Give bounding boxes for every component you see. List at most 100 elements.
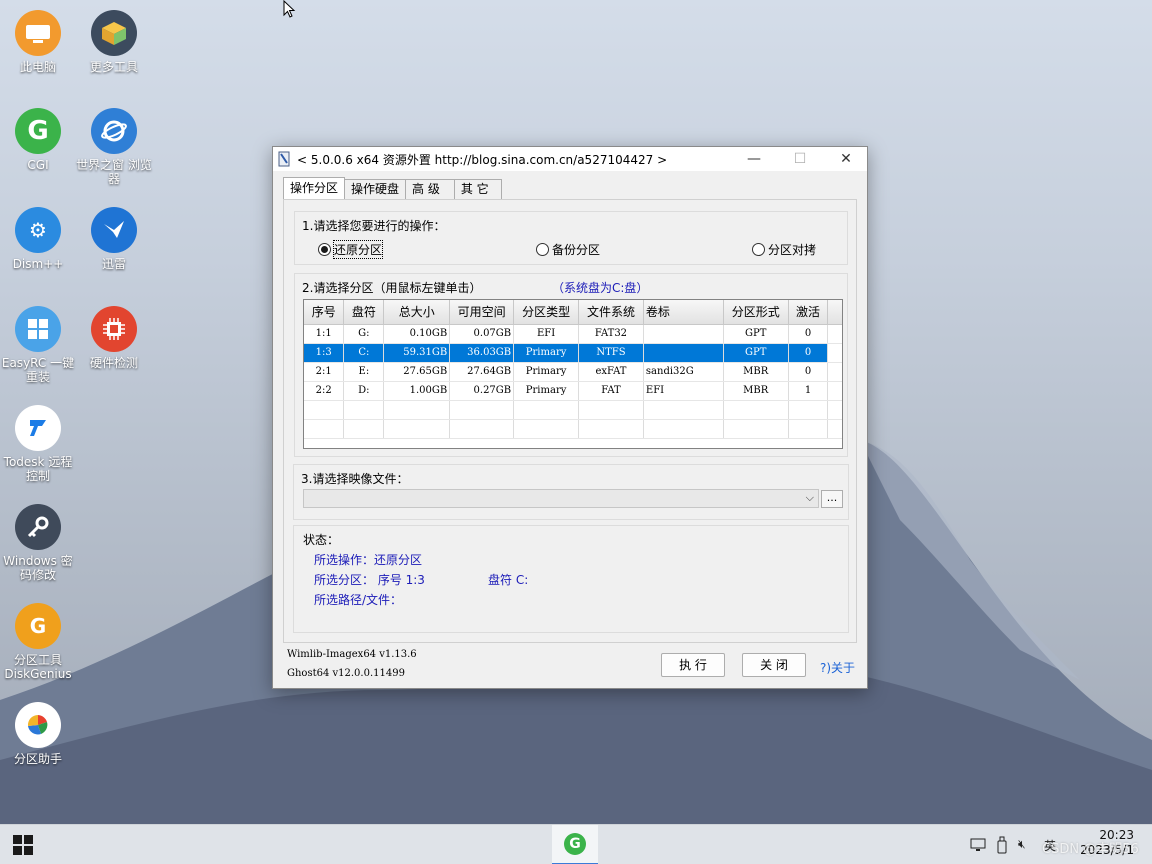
radio-unselected-icon bbox=[536, 243, 549, 256]
desktop-icon-this-pc[interactable]: 此电脑 bbox=[0, 10, 76, 74]
table-cell: 0.07GB bbox=[449, 324, 515, 344]
app-icon bbox=[278, 151, 290, 167]
table-cell: 0.10GB bbox=[383, 324, 451, 344]
desktop-icon-label: 更多工具 bbox=[89, 60, 138, 74]
desktop-icon-xunlei[interactable]: 迅雷 bbox=[76, 207, 152, 271]
tab-operate-disk[interactable]: 操作硬盘 bbox=[344, 179, 407, 199]
desktop-icon-dism[interactable]: ⚙ Dism++ bbox=[0, 207, 76, 271]
desktop-icon-label: 此电脑 bbox=[19, 60, 56, 74]
window-titlebar[interactable]: < 5.0.0.6 x64 资源外置 http://blog.sina.com.… bbox=[273, 147, 867, 171]
execute-button[interactable]: 执 行 bbox=[661, 653, 725, 677]
table-cell: 2:2 bbox=[304, 381, 345, 401]
table-cell: 1:1 bbox=[304, 324, 345, 344]
radio-copy-partition[interactable]: 分区对拷 bbox=[752, 241, 816, 258]
column-header[interactable]: 文件系统 bbox=[578, 300, 644, 325]
browse-button[interactable]: ... bbox=[821, 490, 843, 508]
about-link[interactable]: ?)关于 bbox=[820, 659, 855, 676]
radio-label: 备份分区 bbox=[552, 243, 601, 257]
ghost-version: Ghost64 v12.0.0.11499 bbox=[287, 668, 405, 679]
mouse-cursor-icon bbox=[283, 0, 296, 18]
diskgenius-icon: G bbox=[15, 603, 61, 649]
table-cell: 59.31GB bbox=[383, 343, 451, 363]
usb-drive-icon[interactable] bbox=[996, 836, 1008, 854]
xunlei-bird-icon bbox=[91, 207, 137, 253]
chip-icon bbox=[91, 306, 137, 352]
column-header[interactable]: 总大小 bbox=[383, 300, 451, 325]
table-cell: D: bbox=[343, 381, 385, 401]
column-header-filler bbox=[827, 300, 842, 325]
table-cell: MBR bbox=[723, 381, 789, 401]
table-cell: MBR bbox=[723, 362, 789, 382]
desktop-icon-cgi[interactable]: G CGI bbox=[0, 108, 76, 172]
tab-operate-partition[interactable]: 操作分区 bbox=[283, 177, 346, 199]
todesk-icon bbox=[15, 405, 61, 451]
table-row-selected[interactable]: 1:3 C: 59.31GB 36.03GB Primary NTFS GPT … bbox=[304, 343, 842, 363]
desktop-icon-browser[interactable]: 世界之窗 浏览器 bbox=[76, 108, 152, 186]
desktop-icon-label: 硬件检测 bbox=[89, 356, 138, 370]
chevron-down-icon: ⌵ bbox=[805, 491, 814, 504]
desktop-icon-label: 迅雷 bbox=[101, 257, 126, 271]
watermark: CSDN @丰明56 bbox=[1042, 842, 1139, 857]
table-cell: GPT bbox=[723, 324, 789, 344]
desktop-icon-password[interactable]: Windows 密码修改 bbox=[0, 504, 76, 582]
close-window-button[interactable]: ✕ bbox=[823, 147, 869, 171]
radio-restore-partition[interactable]: 还原分区 bbox=[318, 240, 384, 259]
tab-other[interactable]: 其 它 bbox=[453, 179, 502, 199]
image-file-label: 3.请选择映像文件： bbox=[301, 472, 409, 486]
column-header[interactable]: 序号 bbox=[304, 300, 345, 325]
radio-selected-icon bbox=[318, 243, 331, 256]
network-icon[interactable] bbox=[970, 837, 986, 853]
radio-unselected-icon bbox=[752, 243, 765, 256]
desktop-icon-more-tools[interactable]: 更多工具 bbox=[76, 10, 152, 74]
windows-logo-icon bbox=[15, 306, 61, 352]
column-header[interactable]: 分区形式 bbox=[723, 300, 789, 325]
dism-gear-icon: ⚙ bbox=[15, 207, 61, 253]
radio-label: 分区对拷 bbox=[768, 243, 817, 257]
windows-start-icon[interactable] bbox=[12, 834, 34, 856]
column-header[interactable]: 激活 bbox=[788, 300, 829, 325]
table-cell: C: bbox=[343, 343, 385, 363]
desktop-icon-diskgenius[interactable]: G 分区工具 DiskGenius bbox=[0, 603, 76, 681]
table-cell: FAT32 bbox=[578, 324, 644, 344]
system-disk-label: （系统盘为C:盘） bbox=[552, 281, 649, 295]
table-cell: Primary bbox=[513, 362, 580, 382]
tab-advanced[interactable]: 高 级 bbox=[405, 179, 455, 199]
table-cell: 0 bbox=[788, 362, 829, 382]
close-button[interactable]: 关 闭 bbox=[742, 653, 806, 677]
column-header[interactable]: 分区类型 bbox=[513, 300, 580, 325]
partition-label: 2.请选择分区（用鼠标左键单击） bbox=[302, 281, 482, 295]
desktop-icon-easyrc[interactable]: EasyRC 一键重装 bbox=[0, 306, 76, 384]
volume-muted-icon[interactable]: 🔇︎ bbox=[1018, 837, 1026, 852]
table-cell: 1.00GB bbox=[383, 381, 451, 401]
key-icon bbox=[15, 504, 61, 550]
table-cell: 0.27GB bbox=[449, 381, 515, 401]
table-cell: exFAT bbox=[578, 362, 644, 382]
taskbar-app-cgi[interactable]: G bbox=[552, 825, 598, 864]
maximize-button[interactable]: ☐ bbox=[777, 147, 823, 171]
table-cell: 2:1 bbox=[304, 362, 345, 382]
desktop-icon-partition-assistant[interactable]: 分区助手 bbox=[0, 702, 76, 766]
table-cell: GPT bbox=[723, 343, 789, 363]
minimize-button[interactable]: — bbox=[731, 147, 777, 171]
column-header[interactable]: 盘符 bbox=[343, 300, 385, 325]
radio-backup-partition[interactable]: 备份分区 bbox=[536, 241, 600, 258]
column-header[interactable]: 可用空间 bbox=[449, 300, 515, 325]
partition-table[interactable]: 序号 盘符 总大小 可用空间 分区类型 文件系统 卷标 分区形式 激活 1:1 … bbox=[303, 299, 843, 449]
image-file-combobox[interactable]: ⌵ bbox=[303, 489, 819, 508]
table-row[interactable]: 2:2 D: 1.00GB 0.27GB Primary FAT EFI MBR… bbox=[304, 381, 842, 401]
table-row[interactable]: 2:1 E: 27.65GB 27.64GB Primary exFAT san… bbox=[304, 362, 842, 382]
desktop-icon-todesk[interactable]: Todesk 远程控制 bbox=[0, 405, 76, 483]
table-cell: G: bbox=[343, 324, 385, 344]
table-row-empty bbox=[304, 400, 842, 420]
column-header[interactable]: 卷标 bbox=[643, 300, 724, 325]
table-cell: E: bbox=[343, 362, 385, 382]
table-row-empty bbox=[304, 419, 842, 439]
desktop-icon-label: 分区助手 bbox=[13, 752, 62, 766]
radio-label: 还原分区 bbox=[332, 240, 384, 259]
status-label: 状态： bbox=[303, 533, 340, 547]
cgi-icon: G bbox=[15, 108, 61, 154]
desktop-icon-label: CGI bbox=[27, 158, 49, 172]
desktop-icon-hardware[interactable]: 硬件检测 bbox=[76, 306, 152, 370]
table-cell: Primary bbox=[513, 343, 580, 363]
table-row[interactable]: 1:1 G: 0.10GB 0.07GB EFI FAT32 GPT 0 bbox=[304, 324, 842, 344]
